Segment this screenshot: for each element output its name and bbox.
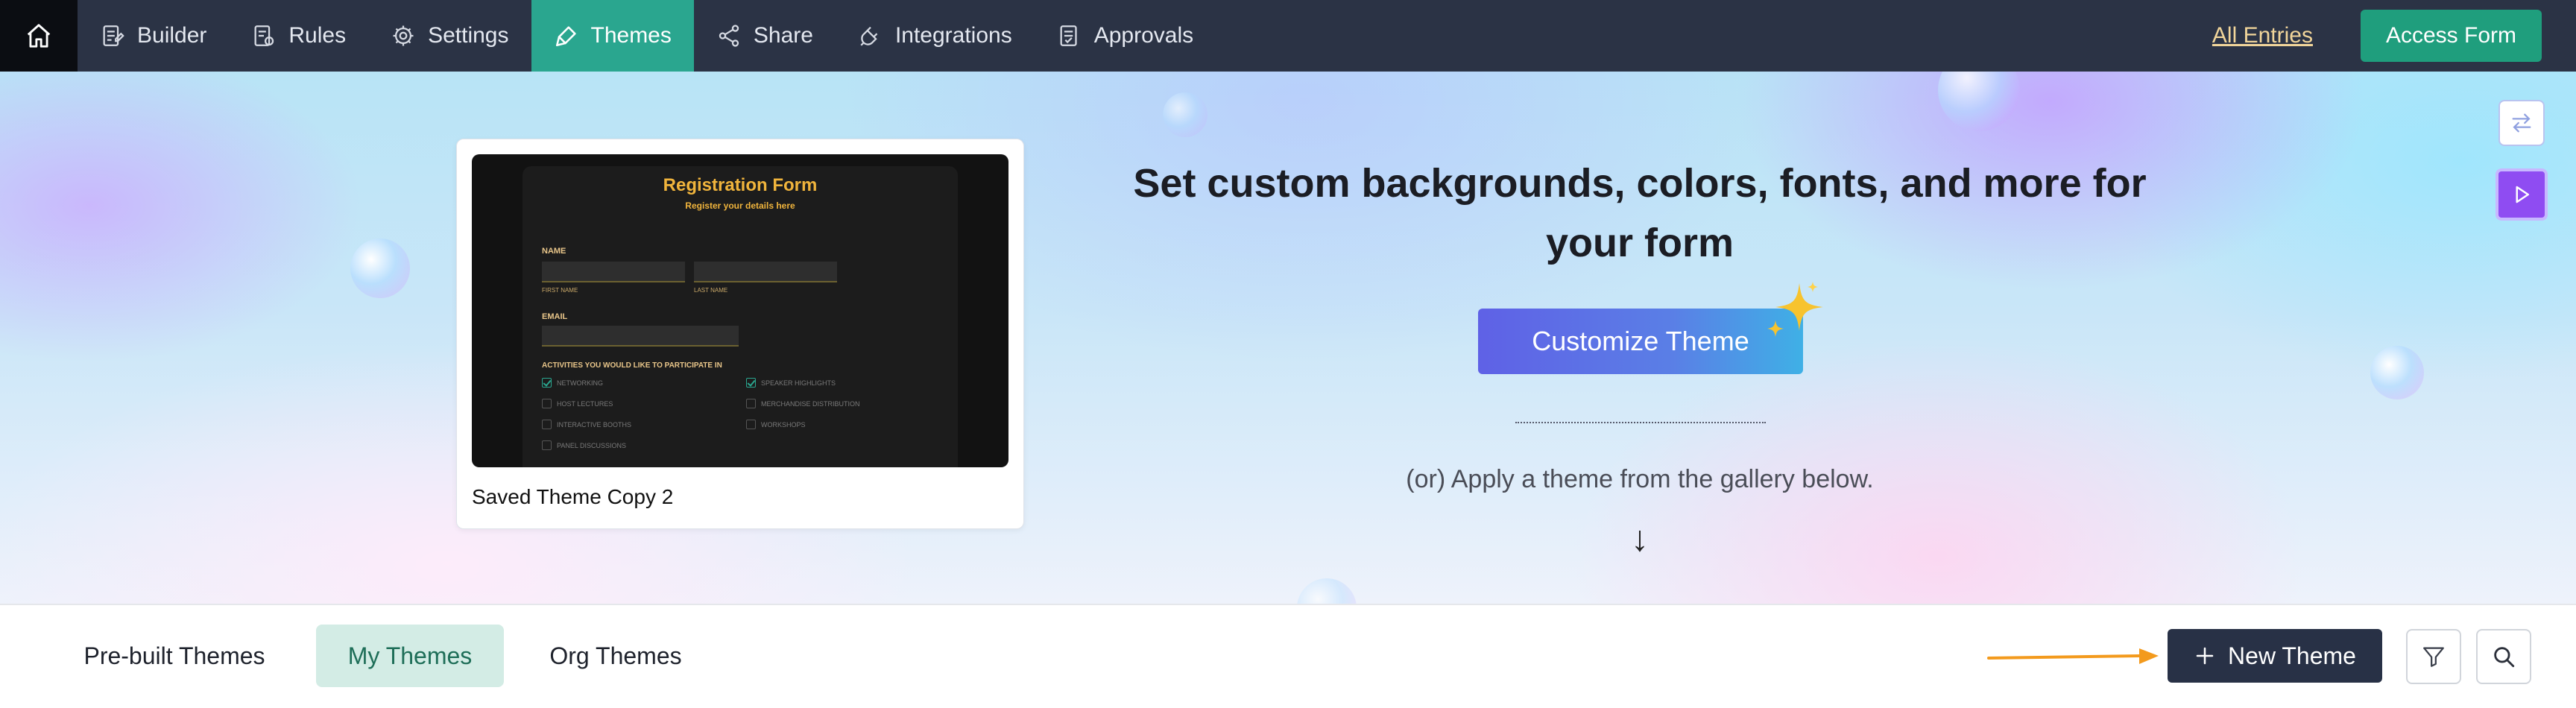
theme-card-name: Saved Theme Copy 2 (472, 485, 674, 508)
preview-email-input (542, 326, 739, 347)
preview-last-name-input (694, 262, 837, 282)
approvals-icon (1060, 25, 1077, 46)
nav-integrations-label: Integrations (894, 23, 1012, 48)
builder-icon (103, 25, 124, 46)
preview-option: NETWORKING (557, 379, 603, 387)
preview-form-title: Registration Form (663, 175, 818, 195)
preview-option: INTERACTIVE BOOTHS (557, 421, 632, 429)
decorative-bubble (350, 238, 410, 298)
nav-approvals-label: Approvals (1093, 23, 1194, 48)
nav-settings-label: Settings (428, 23, 509, 48)
preview-option: WORKSHOPS (761, 421, 806, 429)
nav-rules[interactable]: Rules (229, 0, 368, 72)
nav-builder[interactable]: Builder (78, 0, 229, 72)
preview-first-name-caption: FIRST NAME (542, 287, 578, 294)
rules-icon (254, 25, 274, 46)
theme-card[interactable]: Registration Form Register your details … (456, 139, 1024, 529)
swap-layout-button[interactable] (2498, 100, 2545, 146)
down-arrow-icon: ↓ (1631, 519, 1649, 559)
decorative-bubble (2370, 346, 2424, 399)
nav-share-label: Share (753, 23, 813, 48)
theme-tabs-bar: Pre-built Themes My Themes Org Themes Ne… (0, 604, 2576, 708)
preview-checkbox (746, 420, 756, 429)
preview-name-label: NAME (542, 247, 566, 256)
gear-icon (393, 25, 414, 46)
tab-org-themes[interactable]: Org Themes (522, 625, 710, 687)
top-nav: Builder Rules Settings Themes Share Inte… (0, 0, 2576, 72)
nav-share[interactable]: Share (694, 0, 836, 72)
nav-themes-label: Themes (590, 23, 672, 48)
share-icon (719, 25, 739, 47)
new-theme-button[interactable]: New Theme (2168, 629, 2382, 683)
hero-headline: Set custom backgrounds, colors, fonts, a… (1133, 161, 2147, 265)
theme-preview-thumbnail: Registration Form Register your details … (472, 154, 1008, 467)
search-button[interactable] (2476, 629, 2531, 684)
preview-option: MERCHANDISE DISTRIBUTION (761, 400, 860, 408)
swap-icon (2512, 113, 2531, 133)
preview-checkbox (542, 378, 552, 388)
tab-prebuilt-themes[interactable]: Pre-built Themes (52, 625, 297, 687)
decorative-bubble (1163, 92, 1208, 137)
access-form-button[interactable]: Access Form (2360, 10, 2542, 62)
nav-rules-label: Rules (288, 23, 347, 48)
nav-approvals[interactable]: Approvals (1035, 0, 1216, 72)
preview-form-subtitle: Register your details here (685, 200, 795, 211)
theme-hero: Registration Form Register your details … (0, 72, 2576, 604)
preview-activities-label: ACTIVITIES YOU WOULD LIKE TO PARTICIPATE… (542, 361, 722, 370)
preview-play-button[interactable] (2496, 168, 2548, 221)
preview-checkbox (542, 420, 552, 429)
tab-my-themes[interactable]: My Themes (316, 625, 504, 687)
play-icon (2516, 186, 2529, 203)
brush-icon (555, 26, 576, 47)
annotation-arrow-icon (1987, 648, 2159, 664)
home-icon (27, 24, 51, 48)
preview-checkbox (542, 440, 552, 450)
all-entries-link[interactable]: All Entries (2212, 23, 2313, 48)
nav-integrations[interactable]: Integrations (836, 0, 1035, 72)
nav-themes[interactable]: Themes (531, 0, 694, 72)
preview-checkbox (542, 399, 552, 408)
preview-form: Registration Form Register your details … (523, 166, 958, 467)
preview-last-name-caption: LAST NAME (694, 287, 728, 294)
customize-theme-button[interactable]: Customize Theme (1478, 309, 1803, 374)
preview-email-label: EMAIL (542, 312, 568, 321)
preview-checkbox (746, 378, 756, 388)
hero-divider (1515, 422, 1766, 423)
decorative-bubble (1938, 72, 2020, 131)
new-theme-label: New Theme (2228, 642, 2356, 669)
nav-builder-label: Builder (137, 23, 207, 48)
preview-checkbox (746, 399, 756, 408)
preview-option: SPEAKER HIGHLIGHTS (761, 379, 836, 387)
filter-button[interactable] (2406, 629, 2461, 684)
decorative-bubble (1297, 578, 1357, 604)
preview-option: HOST LECTURES (557, 400, 613, 408)
sparkle-icon (1767, 282, 1823, 337)
plus-icon (2196, 647, 2214, 665)
gallery-hint-text: (or) Apply a theme from the gallery belo… (1406, 465, 1874, 493)
preview-first-name-input (542, 262, 685, 282)
filter-icon (2423, 647, 2444, 667)
preview-option: PANEL DISCUSSIONS (557, 442, 627, 449)
plug-icon (860, 26, 878, 46)
nav-settings[interactable]: Settings (368, 0, 531, 72)
nav-right-group: All Entries Access Form (2212, 0, 2576, 72)
search-icon (2494, 647, 2515, 668)
home-button[interactable] (0, 0, 78, 72)
